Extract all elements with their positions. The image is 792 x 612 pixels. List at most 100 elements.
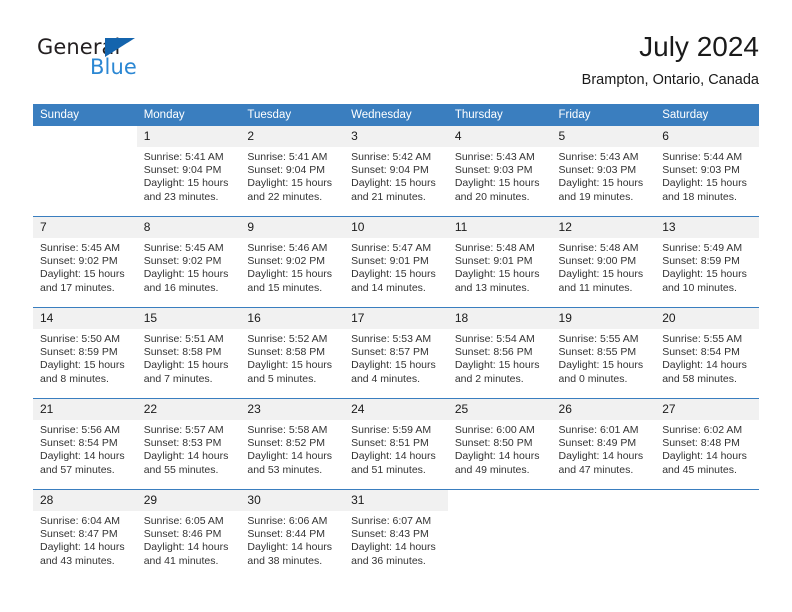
calendar-day-cell[interactable]: 17 Sunrise: 5:53 AM Sunset: 8:57 PM Dayligh… [344, 307, 448, 399]
day-details: Sunrise: 5:41 AM Sunset: 9:04 PM Daylight:… [240, 147, 344, 204]
sunset-time: Sunset: 9:03 PM [662, 164, 740, 177]
daylight-duration-line2: and 18 minutes. [662, 190, 737, 203]
calendar-day-cell[interactable]: 24 Sunrise: 5:59 AM Sunset: 8:51 PM Dayligh… [344, 398, 448, 490]
calendar-day-cell[interactable]: 1 Sunrise: 5:41 AM Sunset: 9:04 PM Daylight… [136, 126, 241, 217]
calendar-day-cell[interactable]: 22 Sunrise: 5:57 AM Sunset: 8:53 PM Dayligh… [136, 398, 241, 490]
sunset-time: Sunset: 9:01 PM [454, 255, 533, 268]
daylight-duration-line1: Daylight: 15 hours [351, 268, 436, 281]
sunrise-time: Sunrise: 6:05 AM [143, 515, 224, 527]
calendar-day-cell[interactable]: 4 Sunrise: 5:43 AM Sunset: 9:03 PM Daylight… [447, 126, 552, 217]
daylight-duration-line1: Daylight: 15 hours [143, 359, 229, 372]
calendar-day-cell[interactable]: 15 Sunrise: 5:51 AM Sunset: 8:58 PM Dayligh… [136, 307, 241, 399]
sunset-time: Sunset: 8:58 PM [143, 346, 222, 359]
calendar-day-cell[interactable]: 2 Sunrise: 5:41 AM Sunset: 9:04 PM Daylight… [240, 126, 345, 217]
sunrise-time: Sunrise: 5:43 AM [558, 151, 639, 163]
calendar-day-cell[interactable]: 11 Sunrise: 5:48 AM Sunset: 9:01 PM Dayligh… [447, 216, 552, 308]
sunset-time: Sunset: 9:02 PM [247, 255, 326, 268]
daylight-duration-line2: and 23 minutes. [143, 190, 219, 203]
sunset-time: Sunset: 9:02 PM [40, 255, 118, 268]
sunset-time: Sunset: 8:52 PM [247, 437, 326, 450]
sunrise-time: Sunrise: 5:43 AM [454, 151, 535, 163]
calendar-day-cell[interactable]: 27 Sunrise: 6:02 AM Sunset: 8:48 PM Dayligh… [655, 398, 759, 490]
calendar-day-cell[interactable]: 14 Sunrise: 5:50 AM Sunset: 8:59 PM Dayligh… [33, 307, 137, 399]
calendar-day-cell[interactable]: 21 Sunrise: 5:56 AM Sunset: 8:54 PM Dayligh… [33, 398, 137, 490]
calendar-day-cell[interactable]: 10 Sunrise: 5:47 AM Sunset: 9:01 PM Dayligh… [344, 216, 448, 308]
day-details: Sunrise: 5:43 AM Sunset: 9:03 PM Daylight:… [552, 147, 656, 204]
calendar-day-cell[interactable]: 19 Sunrise: 5:55 AM Sunset: 8:55 PM Dayligh… [551, 307, 656, 399]
daylight-duration-line2: and 11 minutes. [558, 281, 633, 294]
daylight-duration-line1: Daylight: 14 hours [662, 450, 747, 463]
general-blue-logo[interactable]: General Blue [33, 35, 253, 91]
daylight-duration-line1: Daylight: 15 hours [558, 359, 644, 372]
calendar-day-cell[interactable]: 6 Sunrise: 5:44 AM Sunset: 9:03 PM Daylight… [655, 126, 759, 217]
daylight-duration-line1: Daylight: 15 hours [662, 268, 747, 281]
calendar-day-cell[interactable]: 12 Sunrise: 5:48 AM Sunset: 9:00 PM Dayligh… [551, 216, 656, 308]
calendar-day-cell[interactable]: 9 Sunrise: 5:46 AM Sunset: 9:02 PM Daylight… [240, 216, 345, 308]
calendar-day-cell[interactable]: 25 Sunrise: 6:00 AM Sunset: 8:50 PM Dayligh… [447, 398, 552, 490]
sunset-time: Sunset: 9:04 PM [143, 164, 222, 177]
day-details: Sunrise: 6:00 AM Sunset: 8:50 PM Daylight:… [448, 420, 552, 477]
sunset-time: Sunset: 8:49 PM [558, 437, 637, 450]
calendar-day-cell[interactable]: 5 Sunrise: 5:43 AM Sunset: 9:03 PM Daylight… [551, 126, 656, 217]
daylight-duration-line2: and 36 minutes. [351, 554, 426, 567]
day-number: 26 [551, 399, 656, 420]
sunrise-time: Sunrise: 6:01 AM [558, 424, 639, 436]
sunrise-time: Sunrise: 5:55 AM [558, 333, 639, 345]
sunset-time: Sunset: 8:59 PM [40, 346, 118, 359]
calendar-day-cell[interactable]: 30 Sunrise: 6:06 AM Sunset: 8:44 PM Dayligh… [240, 489, 345, 580]
day-number: 6 [655, 126, 759, 147]
sunset-time: Sunset: 8:55 PM [558, 346, 637, 359]
sunrise-time: Sunrise: 6:00 AM [454, 424, 535, 436]
day-details: Sunrise: 5:42 AM Sunset: 9:04 PM Daylight:… [344, 147, 448, 204]
day-number: 30 [240, 490, 345, 511]
day-number: 29 [136, 490, 241, 511]
sunset-time: Sunset: 8:48 PM [662, 437, 740, 450]
calendar-day-cell[interactable]: 18 Sunrise: 5:54 AM Sunset: 8:56 PM Dayligh… [447, 307, 552, 399]
calendar-day-cell[interactable]: 20 Sunrise: 5:55 AM Sunset: 8:54 PM Dayligh… [655, 307, 759, 399]
sunrise-time: Sunrise: 5:49 AM [662, 242, 743, 254]
daylight-duration-line2: and 0 minutes. [558, 372, 628, 385]
page-title: July 2024 [639, 31, 759, 62]
daylight-duration-line2: and 55 minutes. [143, 463, 219, 476]
title-block: July 2024 Brampton, Ontario, Canada [582, 30, 759, 90]
calendar-day-cell[interactable]: 23 Sunrise: 5:58 AM Sunset: 8:52 PM Dayligh… [240, 398, 345, 490]
sunset-time: Sunset: 8:44 PM [247, 528, 326, 541]
calendar-day-cell[interactable]: 7 Sunrise: 5:45 AM Sunset: 9:02 PM Daylight… [33, 216, 137, 308]
calendar-week-row: 21 Sunrise: 5:56 AM Sunset: 8:54 PM Dayligh… [33, 398, 759, 490]
sunset-time: Sunset: 8:50 PM [454, 437, 533, 450]
sunrise-time: Sunrise: 5:46 AM [247, 242, 328, 254]
day-details: Sunrise: 6:04 AM Sunset: 8:47 PM Daylight:… [33, 511, 137, 568]
calendar-day-cell[interactable]: 26 Sunrise: 6:01 AM Sunset: 8:49 PM Dayligh… [551, 398, 656, 490]
day-number: 24 [344, 399, 448, 420]
calendar-day-cell[interactable]: 31 Sunrise: 6:07 AM Sunset: 8:43 PM Dayligh… [344, 489, 448, 580]
calendar-body: 1 Sunrise: 5:41 AM Sunset: 9:04 PM Daylight… [33, 126, 759, 580]
daylight-duration-line1: Daylight: 14 hours [662, 359, 747, 372]
daylight-duration-line1: Daylight: 15 hours [351, 359, 436, 372]
daylight-duration-line2: and 13 minutes. [454, 281, 530, 294]
daylight-duration-line1: Daylight: 15 hours [143, 268, 229, 281]
day-details: Sunrise: 5:44 AM Sunset: 9:03 PM Daylight:… [655, 147, 759, 204]
daylight-duration-line2: and 5 minutes. [247, 372, 317, 385]
daylight-duration-line2: and 38 minutes. [247, 554, 323, 567]
day-details: Sunrise: 5:55 AM Sunset: 8:54 PM Daylight:… [655, 329, 759, 386]
day-details: Sunrise: 6:02 AM Sunset: 8:48 PM Daylight:… [655, 420, 759, 477]
sunrise-time: Sunrise: 5:45 AM [143, 242, 224, 254]
calendar-day-cell[interactable]: 3 Sunrise: 5:42 AM Sunset: 9:04 PM Daylight… [344, 126, 448, 217]
weekday-header-sunday: Sunday [33, 104, 137, 126]
day-number [33, 126, 137, 147]
calendar-day-cell[interactable]: 8 Sunrise: 5:45 AM Sunset: 9:02 PM Daylight… [136, 216, 241, 308]
sunset-time: Sunset: 8:58 PM [247, 346, 326, 359]
calendar-day-cell[interactable]: 28 Sunrise: 6:04 AM Sunset: 8:47 PM Dayligh… [33, 489, 137, 580]
sunset-time: Sunset: 8:51 PM [351, 437, 429, 450]
calendar-day-cell[interactable]: 13 Sunrise: 5:49 AM Sunset: 8:59 PM Dayligh… [655, 216, 759, 308]
calendar-day-cell[interactable]: 29 Sunrise: 6:05 AM Sunset: 8:46 PM Dayligh… [136, 489, 241, 580]
daylight-duration-line1: Daylight: 15 hours [662, 177, 747, 190]
day-details: Sunrise: 5:43 AM Sunset: 9:03 PM Daylight:… [448, 147, 552, 204]
daylight-duration-line1: Daylight: 14 hours [247, 450, 333, 463]
day-number: 14 [33, 308, 137, 329]
sunrise-time: Sunrise: 5:47 AM [351, 242, 432, 254]
day-number: 21 [33, 399, 137, 420]
calendar-day-cell[interactable]: 16 Sunrise: 5:52 AM Sunset: 8:58 PM Dayligh… [240, 307, 345, 399]
sunset-time: Sunset: 9:04 PM [247, 164, 326, 177]
weekday-header-monday: Monday [136, 104, 241, 126]
